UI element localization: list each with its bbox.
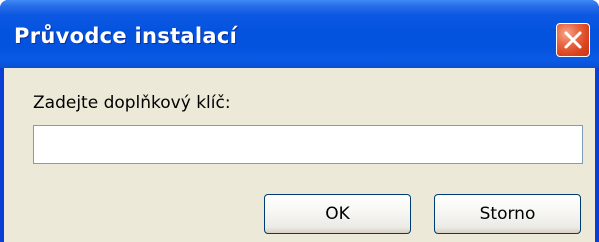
dialog-body: Zadejte doplňkový klíč: OK Storno xyxy=(4,68,595,242)
key-label: Zadejte doplňkový klíč: xyxy=(33,93,231,113)
title-bar[interactable]: Průvodce instalací xyxy=(0,0,599,68)
cancel-button[interactable]: Storno xyxy=(434,194,581,234)
dialog-window: Průvodce instalací Zadejte doplňkový klí… xyxy=(0,0,599,242)
ok-button[interactable]: OK xyxy=(264,194,411,234)
window-title: Průvodce instalací xyxy=(14,24,238,48)
close-button[interactable] xyxy=(556,23,590,57)
close-icon xyxy=(564,31,582,49)
key-input[interactable] xyxy=(33,125,583,164)
